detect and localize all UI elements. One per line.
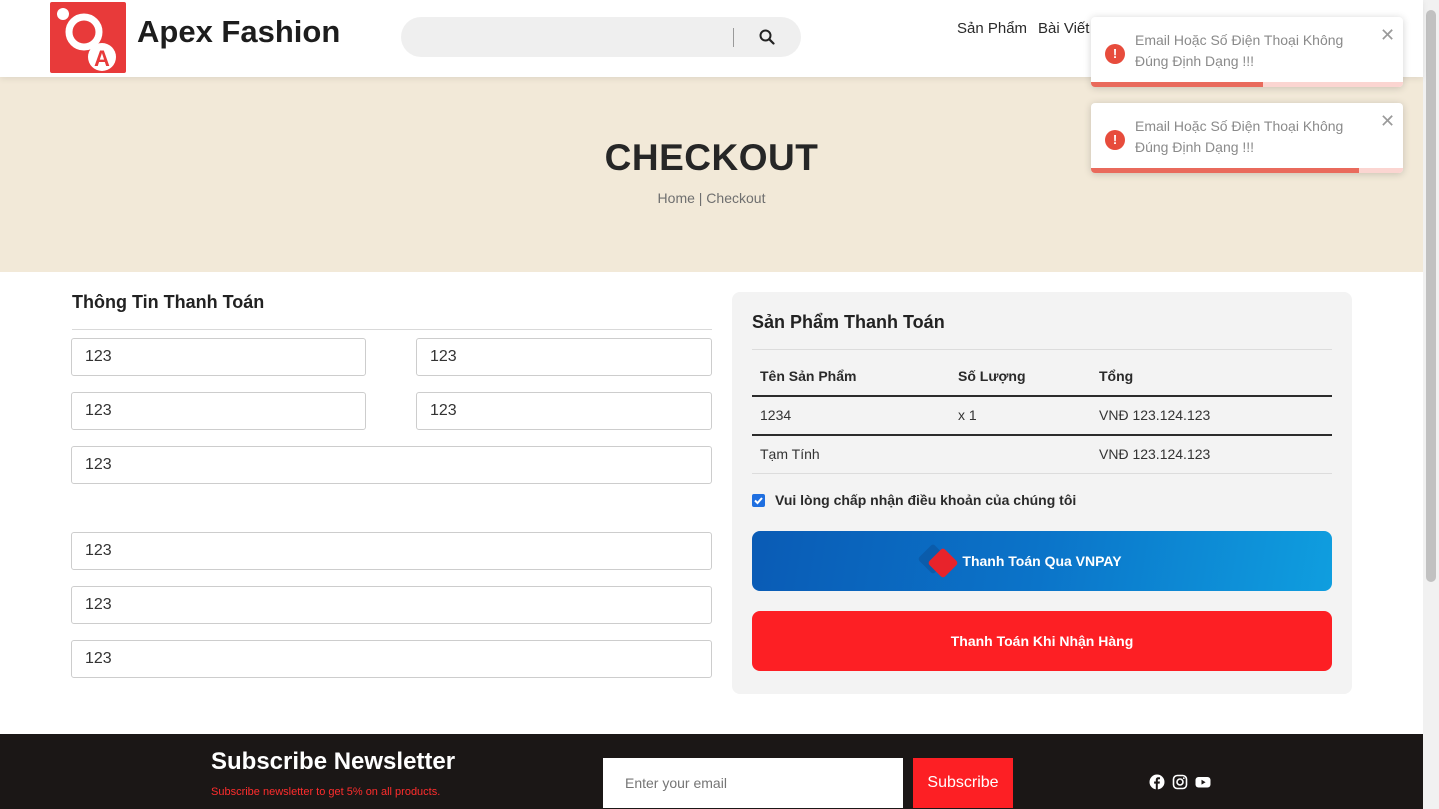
error-icon: ! [1105, 130, 1125, 150]
brand-name[interactable]: Apex Fashion [137, 14, 340, 50]
terms-checkbox[interactable] [752, 493, 765, 507]
order-divider [752, 349, 1332, 350]
toast-message: Email Hoặc Số Điện Thoại Không Đúng Định… [1135, 32, 1344, 69]
vnpay-logo-icon [919, 544, 958, 578]
subtotal-label: Tạm Tính [760, 446, 820, 462]
header-rule [752, 395, 1332, 397]
row-rule [752, 434, 1332, 436]
billing-field-3[interactable] [71, 392, 366, 430]
terms-row[interactable]: Vui lòng chấp nhận điều khoản của chúng … [752, 492, 1076, 508]
toast-progress-bar [1091, 168, 1360, 173]
order-panel: Sản Phẩm Thanh Toán Tên Sản Phẩm Số Lượn… [732, 292, 1352, 694]
brand-logo[interactable]: A [50, 2, 126, 73]
col-header-product: Tên Sản Phẩm [760, 368, 857, 384]
newsletter-title: Subscribe Newsletter [211, 748, 456, 775]
pay-cod-button[interactable]: Thanh Toán Khi Nhận Hàng [752, 611, 1332, 671]
pay-cod-label: Thanh Toán Khi Nhận Hàng [950, 633, 1134, 649]
scrollbar-thumb[interactable] [1426, 10, 1436, 582]
billing-field-5[interactable] [71, 446, 712, 484]
search-divider [733, 28, 734, 47]
error-icon: ! [1105, 44, 1125, 64]
site-footer: Subscribe Newsletter Subscribe newslette… [0, 734, 1423, 809]
breadcrumb[interactable]: Home | Checkout [0, 190, 1423, 206]
error-toast: ! Email Hoặc Số Điện Thoại Không Đúng Đị… [1091, 17, 1403, 87]
row-product-name: 1234 [760, 407, 792, 423]
billing-divider [72, 329, 712, 330]
facebook-icon[interactable] [1149, 774, 1165, 790]
subscribe-button[interactable]: Subscribe [913, 758, 1013, 808]
instagram-icon[interactable] [1172, 774, 1188, 790]
order-title: Sản Phẩm Thanh Toán [752, 312, 945, 332]
billing-field-7[interactable] [71, 586, 712, 624]
search-bar[interactable] [401, 17, 801, 57]
search-icon[interactable] [759, 29, 775, 45]
close-icon[interactable]: ✕ [1380, 111, 1395, 132]
subtotal-rule [752, 473, 1332, 474]
billing-field-4[interactable] [416, 392, 712, 430]
newsletter-email-input[interactable] [603, 758, 903, 808]
billing-field-2[interactable] [416, 338, 712, 376]
youtube-icon[interactable] [1195, 774, 1211, 790]
billing-title: Thông Tin Thanh Toán [72, 292, 265, 312]
close-icon[interactable]: ✕ [1380, 25, 1395, 46]
nav-posts[interactable]: Bài Viết [1038, 20, 1089, 37]
billing-field-8[interactable] [71, 640, 712, 678]
row-total: VNĐ 123.124.123 [1099, 407, 1211, 423]
col-header-total: Tổng [1099, 368, 1134, 384]
subtotal-value: VNĐ 123.124.123 [1099, 446, 1211, 462]
error-toast: ! Email Hoặc Số Điện Thoại Không Đúng Đị… [1091, 103, 1403, 173]
toast-message: Email Hoặc Số Điện Thoại Không Đúng Định… [1135, 118, 1344, 155]
billing-field-6[interactable] [71, 532, 712, 570]
pay-vnpay-label: Thanh Toán Qua VNPAY [962, 553, 1122, 569]
svg-text:A: A [94, 46, 110, 71]
row-quantity: x 1 [958, 407, 977, 423]
billing-field-1[interactable] [71, 338, 366, 376]
nav-products[interactable]: Sản Phẩm [957, 20, 1027, 37]
pay-vnpay-button[interactable]: Thanh Toán Qua VNPAY [752, 531, 1332, 591]
terms-label: Vui lòng chấp nhận điều khoản của chúng … [775, 492, 1077, 508]
search-input[interactable] [415, 25, 715, 49]
col-header-quantity: Số Lượng [958, 368, 1026, 384]
newsletter-subtitle: Subscribe newsletter to get 5% on all pr… [211, 786, 441, 798]
toast-progress-bar [1091, 82, 1263, 87]
